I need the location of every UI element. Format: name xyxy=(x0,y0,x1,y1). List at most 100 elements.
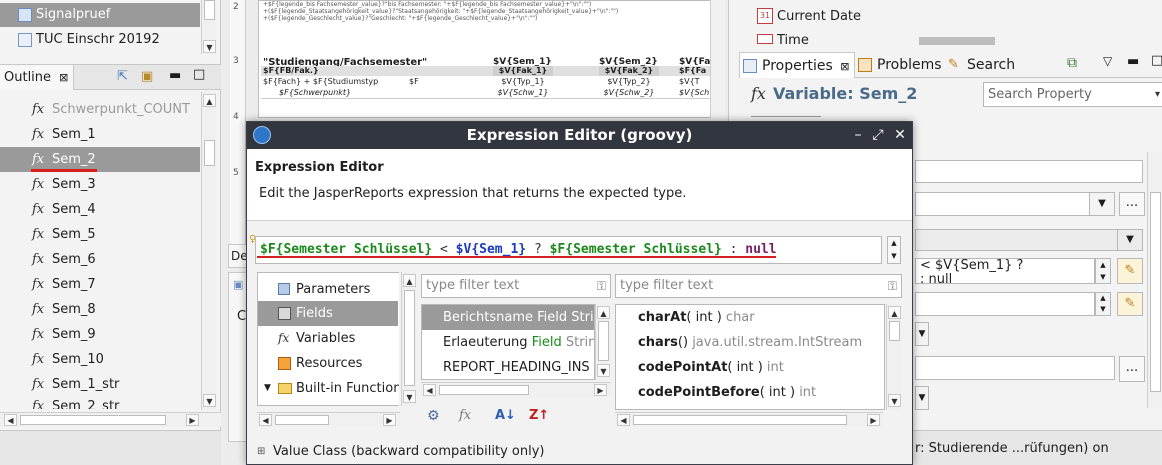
calculation-combo[interactable] xyxy=(915,229,1143,251)
scroll-down-button[interactable]: ▼ xyxy=(403,390,416,403)
class-combo[interactable] xyxy=(915,192,1115,216)
var-typ-1[interactable]: $V{Typ_1} xyxy=(493,77,553,86)
category-scrollbar[interactable]: ▲ ▼ xyxy=(401,272,416,406)
minimize-icon[interactable]: ▬ xyxy=(1127,54,1139,69)
field-fb-fak[interactable]: $F{FB/Fak.} xyxy=(263,66,319,75)
field-partial[interactable]: $F{Fa xyxy=(679,66,706,75)
chevron-down-icon[interactable]: ▼ xyxy=(1089,192,1115,216)
scroll-up-button[interactable]: ▲ xyxy=(203,94,216,107)
scroll-up-button[interactable]: ▲ xyxy=(888,306,901,319)
method-item[interactable]: codePointBefore( int ) int xyxy=(616,380,884,405)
method-list-scrollbar[interactable]: ▲ ▼ xyxy=(886,304,901,410)
scroll-thumb[interactable] xyxy=(275,415,329,425)
field-list-scrollbar[interactable]: ▲ ▼ xyxy=(595,304,610,380)
collapse-all-icon[interactable]: ⇱ xyxy=(117,69,128,84)
outline-item-sem-2[interactable]: fx Sem_2 xyxy=(0,147,200,172)
chevron-down-icon[interactable]: ▼ xyxy=(1117,229,1143,251)
field-partial-f[interactable]: $F xyxy=(409,77,419,86)
properties-scrollbar[interactable] xyxy=(1147,152,1162,408)
edit-expression-icon[interactable]: ✎ xyxy=(1117,292,1143,316)
expression-spinner[interactable]: ▲ ▼ xyxy=(1095,258,1111,284)
edit-expression-icon[interactable]: ✎ xyxy=(1117,258,1143,284)
tree-item-tuc[interactable]: TUC Einschr 20192 xyxy=(0,28,200,52)
field-list-hscrollbar[interactable]: ◀ ▶ xyxy=(421,382,611,397)
function-icon[interactable]: fx xyxy=(459,408,471,423)
report-page[interactable]: +$F{legende_bis Fachsemester_value}?"bis… xyxy=(258,0,714,118)
scroll-right-button[interactable]: ▶ xyxy=(186,414,199,426)
expand-icon[interactable]: ⊞ xyxy=(257,446,265,457)
field-filter-input[interactable]: type filter text ⚿ xyxy=(421,274,611,298)
field-item[interactable]: Berichtsname Field Stri xyxy=(422,305,594,330)
scroll-left-button[interactable]: ◀ xyxy=(617,414,630,426)
field-item[interactable]: REPORT_HEADING_INS xyxy=(422,355,594,379)
scroll-left-button[interactable]: ◀ xyxy=(4,414,17,426)
scroll-left-button[interactable]: ◀ xyxy=(259,414,272,426)
category-parameters[interactable]: Parameters xyxy=(258,277,398,302)
initial-value-spinner[interactable]: ▲ ▼ xyxy=(1095,292,1111,316)
maximize-icon[interactable]: □ xyxy=(1151,53,1162,68)
close-icon[interactable]: ⊠ xyxy=(59,71,68,84)
chevron-down-icon[interactable]: ▾ xyxy=(1155,83,1160,106)
outline-item-sem-1-str[interactable]: fx Sem_1_str xyxy=(0,372,200,397)
scroll-down-button[interactable]: ▼ xyxy=(888,394,901,407)
chevron-down-icon[interactable]: ▼ xyxy=(915,322,929,346)
scroll-right-button[interactable]: ▶ xyxy=(383,414,396,426)
category-resources[interactable]: Resources xyxy=(258,351,398,376)
scroll-down-button[interactable]: ▼ xyxy=(203,40,216,53)
expression-field[interactable]: < $V{Sem_1} ? : null xyxy=(915,258,1095,284)
category-fields[interactable]: Fields xyxy=(258,301,398,326)
scroll-thumb[interactable] xyxy=(204,0,215,20)
expression-input[interactable]: $F{Semester Schlüssel} < $V{Sem_1} ? $F{… xyxy=(255,236,882,264)
scroll-down-button[interactable]: ▼ xyxy=(597,364,610,377)
outline-item-sem-8[interactable]: fx Sem_8 xyxy=(0,297,200,322)
new-view-icon[interactable]: ⧉ xyxy=(1067,55,1077,71)
outline-scrollbar[interactable]: ▲ ▼ xyxy=(201,92,216,410)
scroll-down-button[interactable]: ▼ xyxy=(203,394,216,407)
scroll-thumb[interactable] xyxy=(404,290,415,386)
var-schw-partial[interactable]: $V{Sch xyxy=(679,88,709,97)
method-filter-input[interactable]: type filter text ⚿ xyxy=(615,274,902,298)
field-schwerpunkt[interactable]: $F{Schwerpunkt} xyxy=(279,88,351,97)
outline-item-sem-6[interactable]: fx Sem_6 xyxy=(0,247,200,272)
sort-ascending-icon[interactable]: A↓ xyxy=(495,408,516,423)
scroll-thumb[interactable] xyxy=(204,140,215,166)
scroll-thumb[interactable] xyxy=(889,321,900,341)
category-variables[interactable]: fx Variables xyxy=(258,326,398,351)
scroll-thumb[interactable] xyxy=(439,385,529,395)
sort-descending-icon[interactable]: Z↑ xyxy=(529,408,549,423)
maximize-icon[interactable]: □ xyxy=(193,67,205,82)
scroll-thumb[interactable] xyxy=(633,415,847,425)
scroll-left-button[interactable]: ◀ xyxy=(423,384,436,396)
increment-factory-field[interactable] xyxy=(915,356,1115,380)
scroll-right-button[interactable]: ▶ xyxy=(594,384,607,396)
outline-item-sem-7[interactable]: fx Sem_7 xyxy=(0,272,200,297)
scroll-up-button[interactable]: ▲ xyxy=(403,274,416,287)
top-tree-scrollbar[interactable]: ▼ xyxy=(201,0,216,54)
minimize-icon[interactable]: – xyxy=(848,122,868,149)
field-fach[interactable]: $F{Fach} + $F{Studiumstyp xyxy=(263,77,378,86)
outline-item-schwerpunkt-count[interactable]: fx Schwerpunkt_COUNT xyxy=(0,97,200,122)
var-schw-2[interactable]: $V{Schw_2} xyxy=(599,88,659,97)
var-typ-2[interactable]: $V{Typ_2} xyxy=(599,77,659,86)
maximize-icon[interactable]: ⤢ xyxy=(868,122,888,149)
method-item[interactable]: codePointAt( int ) int xyxy=(616,355,884,380)
tree-item-signalpruef[interactable]: Signalpruef xyxy=(0,3,200,27)
name-field[interactable] xyxy=(915,160,1143,183)
tab-problems[interactable]: Problems xyxy=(855,52,947,78)
expression-spinner[interactable]: ▲ ▼ xyxy=(887,236,901,264)
scroll-up-button[interactable]: ▲ xyxy=(597,306,610,319)
tab-search[interactable]: ✎ Search xyxy=(945,52,1025,78)
method-item[interactable]: chars() java.util.stream.IntStream xyxy=(616,330,884,355)
outline-item-sem-10[interactable]: fx Sem_10 xyxy=(0,347,200,372)
tab-properties[interactable]: Properties ⊠ xyxy=(739,52,855,78)
method-item[interactable]: charAt( int ) char xyxy=(616,305,884,330)
close-icon[interactable]: ✕ xyxy=(890,122,910,149)
outline-item-sem-5[interactable]: fx Sem_5 xyxy=(0,222,200,247)
outline-item-sem-4[interactable]: fx Sem_4 xyxy=(0,197,200,222)
scroll-right-button[interactable]: ▶ xyxy=(867,414,880,426)
outline-item-sem-2-str[interactable]: fx Sem_2_str xyxy=(0,397,200,409)
var-schw-1[interactable]: $V{Schw_1} xyxy=(493,88,553,97)
scroll-thumb[interactable] xyxy=(598,321,609,361)
scroll-thumb[interactable] xyxy=(1150,192,1161,392)
view-menu-icon[interactable]: ▽ xyxy=(1103,54,1112,68)
